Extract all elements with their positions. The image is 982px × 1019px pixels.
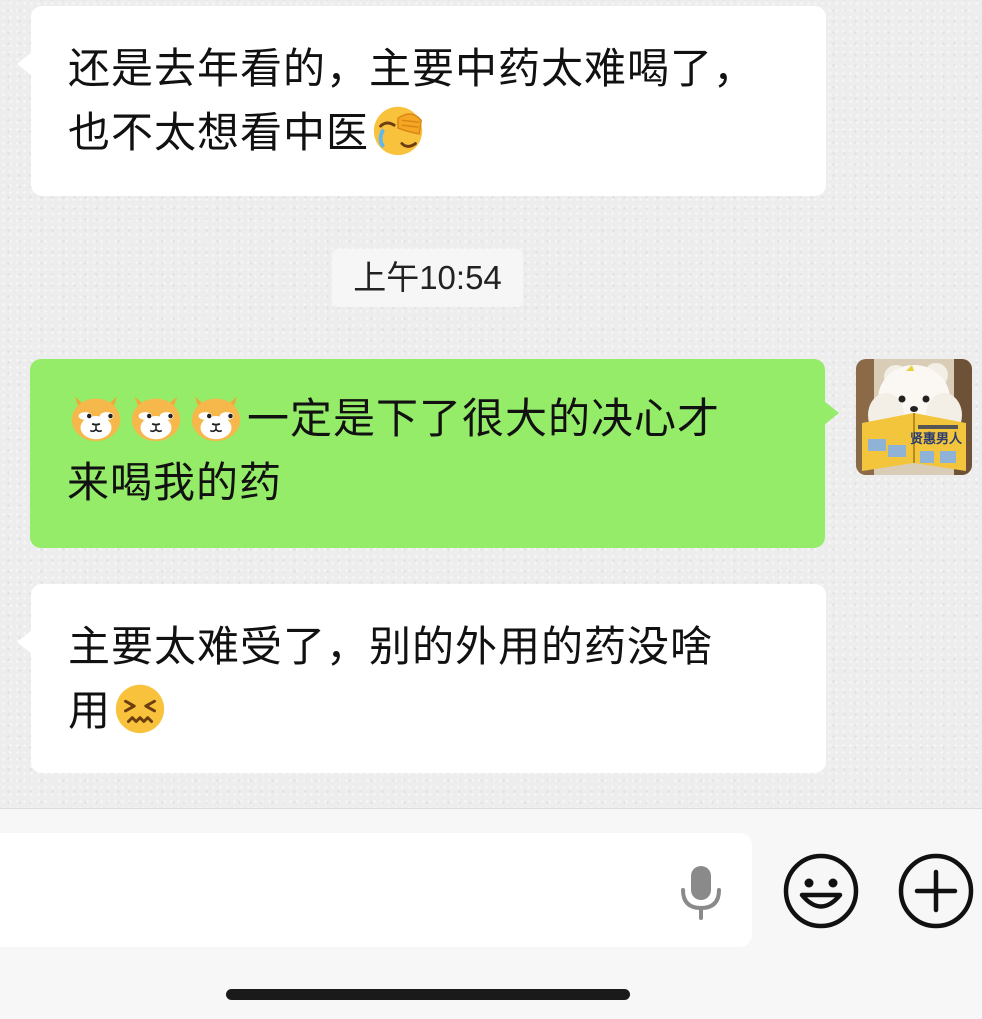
plus-icon[interactable] bbox=[897, 852, 975, 930]
message-text-line: 还是去年看的，主要中药太难喝了， bbox=[68, 44, 757, 93]
home-indicator[interactable] bbox=[226, 989, 630, 1000]
outgoing-message-bubble[interactable]: 一定是下了很大的决心才 来喝我的药 bbox=[30, 359, 839, 548]
chat-input-bar bbox=[0, 808, 982, 1019]
incoming-message-bubble[interactable]: 主要太难受了，别的外用的药没啥 用 bbox=[17, 584, 826, 773]
microphone-icon[interactable] bbox=[676, 864, 726, 920]
message-text-line: 也不太想看中医 bbox=[68, 108, 370, 157]
doge-cat-emoji bbox=[67, 387, 125, 445]
message-text-line: 用 bbox=[68, 686, 112, 735]
message-text-line: 一定是下了很大的决心才 bbox=[247, 394, 721, 443]
message-text-line: 主要太难受了，别的外用的药没啥 bbox=[68, 622, 714, 671]
book-title-text: 贤惠男人 bbox=[910, 431, 963, 447]
confounded-face-emoji bbox=[111, 679, 169, 737]
emoji-icon[interactable] bbox=[782, 852, 860, 930]
face-palm-crying-emoji bbox=[369, 101, 427, 159]
user-avatar[interactable]: 贤惠男人 bbox=[856, 359, 972, 475]
doge-cat-emoji bbox=[187, 387, 245, 445]
doge-cat-emoji bbox=[127, 387, 185, 445]
message-text-line: 来喝我的药 bbox=[67, 458, 283, 507]
chat-message-area[interactable]: 还是去年看的，主要中药太难喝了， 也不太想看中医 上午10:54 一定是下了很大… bbox=[0, 0, 982, 808]
incoming-message-bubble[interactable]: 还是去年看的，主要中药太难喝了， 也不太想看中医 bbox=[17, 6, 826, 196]
message-timestamp: 上午10:54 bbox=[332, 249, 523, 307]
message-input[interactable] bbox=[0, 833, 752, 947]
